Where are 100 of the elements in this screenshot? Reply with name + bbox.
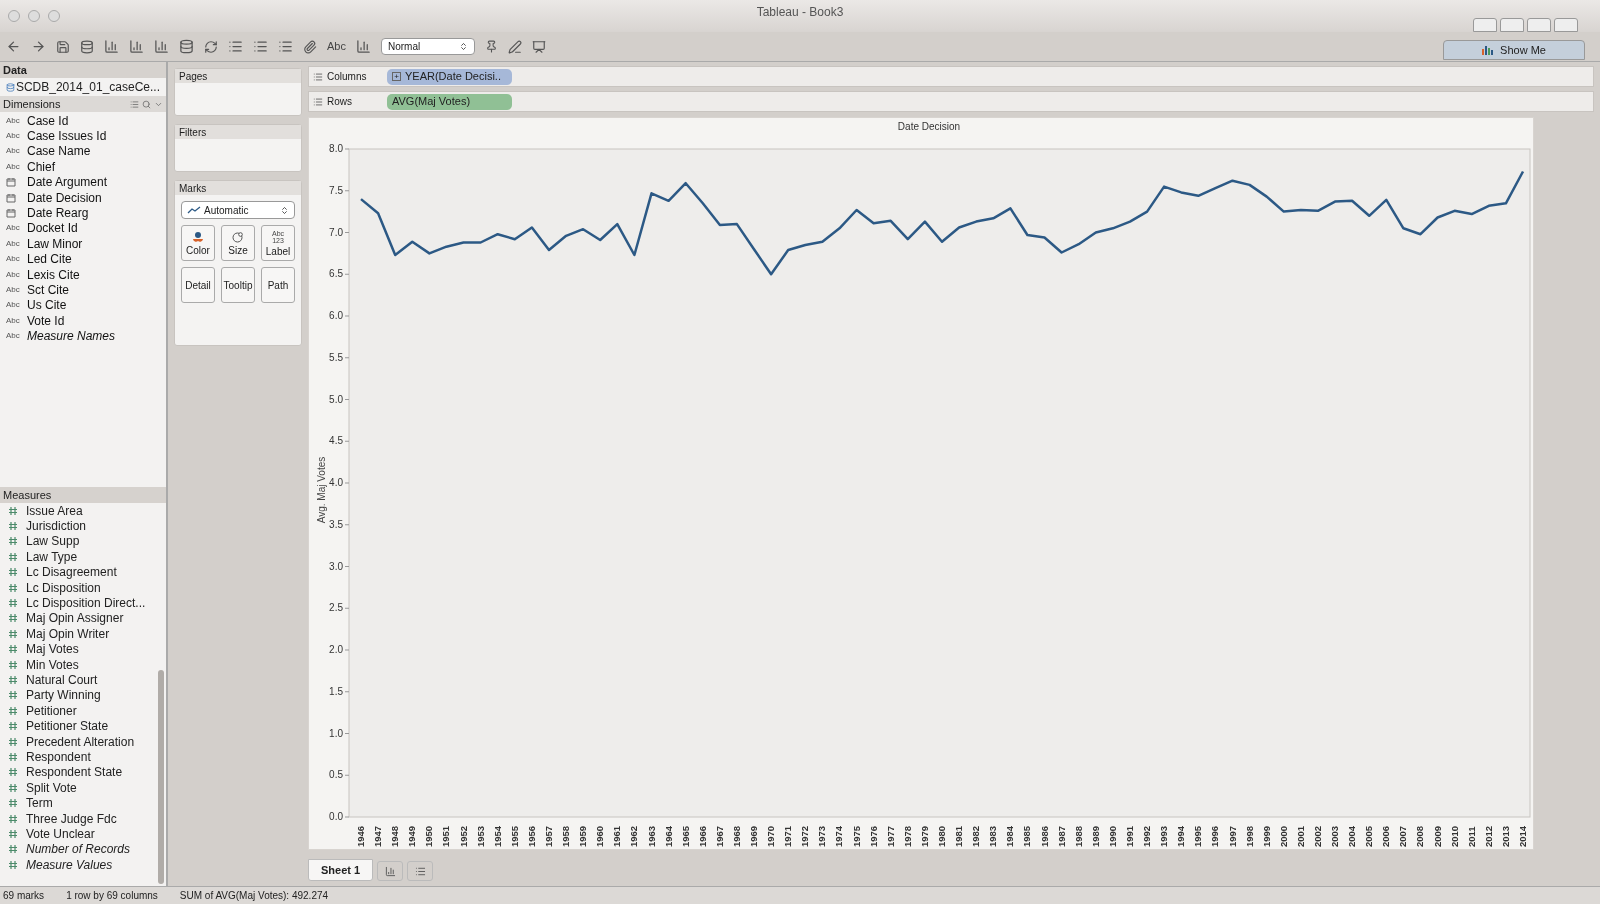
database-icon[interactable] (80, 39, 94, 54)
y-tick-label: 5.0 (329, 393, 344, 405)
data-source[interactable]: SCDB_2014_01_caseCe... (15, 78, 160, 96)
x-tick-label: 1955 (508, 825, 520, 847)
hash-icon (8, 598, 18, 609)
y-tick-label: 0.0 (329, 811, 344, 822)
new-sheet-icon[interactable] (104, 39, 119, 54)
type-label: Abc (6, 299, 21, 312)
y-tick: 0.0 (329, 811, 350, 822)
back-icon[interactable] (6, 39, 21, 54)
y-tick: 8.0 (329, 143, 350, 154)
view-tab-icon[interactable] (1500, 18, 1524, 32)
new-worksheet-icon[interactable] (377, 861, 404, 881)
mark-property-button[interactable]: Path (261, 267, 295, 303)
color-icon (192, 230, 204, 243)
shelf-label: Columns (327, 70, 367, 84)
x-tick-label: 1963 (645, 825, 657, 847)
mark-property-button[interactable]: Color (181, 225, 215, 261)
pin-icon[interactable] (484, 40, 498, 53)
x-tick-label: 1948 (389, 825, 401, 847)
field-pill[interactable]: + YEAR(Date Decisi.. (387, 68, 512, 85)
measure-field[interactable]: Issue Area (26, 501, 83, 520)
x-tick-label: 2005 (1363, 825, 1375, 847)
refresh-icon[interactable] (204, 39, 218, 54)
y-tick: 1.0 (329, 727, 350, 739)
y-tick-label: 7.0 (329, 226, 344, 238)
x-tick-label: 1986 (1038, 825, 1050, 847)
expand-toggle[interactable]: + (392, 72, 401, 81)
save-icon[interactable] (56, 39, 70, 54)
show-labels-button[interactable]: Abc (327, 38, 346, 55)
type-label: Abc (6, 145, 21, 158)
x-tick-label: 1956 (525, 825, 537, 847)
hash-icon (8, 751, 18, 762)
pen-icon[interactable] (507, 39, 522, 54)
x-tick-label: 1991 (1123, 825, 1135, 847)
y-tick-label: 8.0 (329, 143, 344, 154)
status-text: 1 row by 69 columns (66, 889, 158, 903)
x-tick-label: 1957 (542, 825, 554, 847)
fit-dropdown[interactable]: Normal (380, 38, 475, 55)
x-tick-label: 1969 (748, 825, 760, 847)
dimension-field[interactable]: Measure Names (27, 327, 116, 346)
hash-icon (8, 828, 18, 839)
x-tick-label: 1985 (1021, 825, 1033, 847)
dropdown-arrows-icon (280, 205, 289, 215)
x-tick-label: 1978 (901, 825, 913, 847)
x-tick-label: 1983 (987, 825, 999, 847)
scrollbar[interactable] (158, 670, 164, 884)
type-label: Abc (6, 160, 21, 173)
x-tick-label: 2001 (1294, 825, 1306, 847)
view-tab-icon[interactable] (1554, 18, 1578, 32)
x-tick-label: 1996 (1209, 825, 1221, 847)
database-icon[interactable] (179, 39, 194, 54)
hash-icon (8, 628, 18, 639)
window-title: Tableau - Book3 (756, 4, 844, 21)
field-pill[interactable]: AVG(Maj Votes) (387, 93, 512, 110)
x-tick-label: 2009 (1431, 825, 1443, 847)
y-tick: 3.5 (329, 518, 350, 530)
x-tick-label: 1949 (406, 825, 418, 847)
view-tab-icon[interactable] (1527, 18, 1551, 32)
size-icon (232, 230, 244, 243)
list-icon[interactable] (130, 99, 139, 109)
x-tick-label: 1975 (850, 825, 862, 847)
x-tick-label: 1979 (918, 825, 930, 847)
chart-icon[interactable] (355, 39, 371, 54)
x-tick-label: 1974 (833, 825, 845, 847)
x-tick-label: 2013 (1499, 825, 1511, 847)
y-tick: 5.5 (329, 351, 350, 363)
dimension-field[interactable]: Case Id (27, 111, 69, 130)
x-tick-label: 1951 (440, 825, 452, 847)
forward-icon[interactable] (31, 39, 46, 54)
hash-icon (8, 721, 18, 732)
x-tick-label: 1988 (1072, 825, 1084, 847)
x-tick-label: 1970 (765, 825, 777, 847)
mark-property-button[interactable]: Detail (181, 267, 215, 303)
hash-icon (8, 675, 18, 685)
status-text: SUM of AVG(Maj Votes): 492.274 (179, 889, 329, 903)
y-tick-label: 7.5 (329, 184, 344, 196)
x-tick-label: 1953 (474, 825, 486, 847)
dimension-field[interactable]: Sct Cite (27, 281, 69, 299)
mark-property-button[interactable]: Tooltip (221, 267, 255, 303)
x-tick-label: 1977 (884, 825, 896, 847)
calendar-icon (6, 177, 16, 188)
search-icon[interactable] (142, 99, 151, 109)
view-tab-icon[interactable] (1473, 18, 1497, 32)
x-tick-label: 1981 (953, 825, 965, 847)
x-tick-label: 2006 (1380, 825, 1392, 847)
line-icon (187, 206, 201, 214)
x-tick-label: 2011 (1465, 826, 1477, 847)
y-tick: 7.0 (329, 226, 350, 238)
show-me-button[interactable]: Show Me (1443, 40, 1585, 60)
mark-type-dropdown[interactable]: Automatic (181, 201, 295, 219)
x-tick-label: 2003 (1329, 825, 1341, 847)
measure-field[interactable]: Natural Court (26, 671, 98, 689)
paperclip-icon[interactable] (303, 39, 317, 54)
y-tick: 1.5 (329, 685, 350, 697)
presentation-icon[interactable] (531, 39, 546, 54)
sheet-tab[interactable]: Sheet 1 (308, 859, 374, 881)
axis-title: Avg. Maj Votes (316, 456, 327, 524)
x-tick-label: 2007 (1397, 825, 1409, 847)
mark-property-button[interactable]: Size (221, 225, 255, 261)
